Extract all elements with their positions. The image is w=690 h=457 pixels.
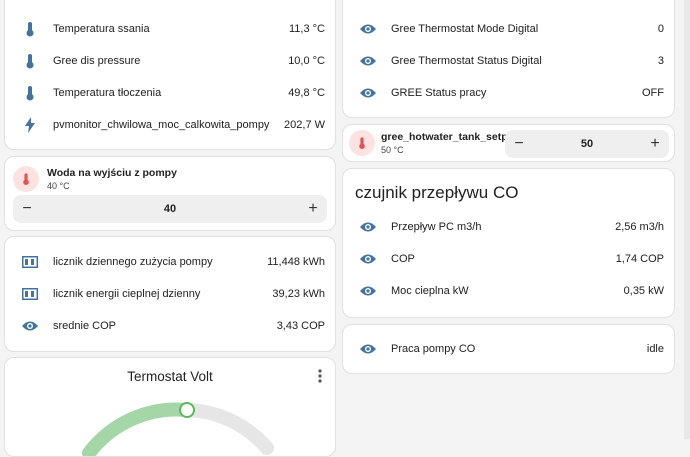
eye-icon bbox=[357, 50, 379, 72]
thermometer-icon bbox=[19, 82, 41, 104]
work-card: Praca pompy CO idle bbox=[342, 324, 675, 374]
gree-label: Gree Thermostat Mode Digital bbox=[391, 23, 539, 35]
gree-value: 3 bbox=[657, 55, 664, 67]
hotwater-stepper[interactable]: − 50 + bbox=[505, 130, 669, 158]
eye-icon bbox=[357, 338, 379, 360]
thermometer-icon bbox=[19, 50, 41, 72]
flow-label: Przepływ PC m3/h bbox=[391, 221, 482, 233]
flow-row[interactable]: COP 1,74 COP bbox=[343, 243, 674, 275]
flow-card: czujnik przepływu CO Przepływ PC m3/h 2,… bbox=[342, 168, 675, 318]
sensor-label: Gree dis pressure bbox=[53, 55, 141, 67]
water-out-tile: Woda na wyjściu z pompy 40 °C − 40 + bbox=[4, 156, 336, 231]
eye-icon bbox=[357, 18, 379, 40]
counter-value: 3,43 COP bbox=[276, 320, 325, 332]
counter-label: licznik energii cieplnej dzienny bbox=[53, 288, 201, 300]
thermostat-card: Termostat Volt bbox=[4, 357, 336, 457]
thermostat-gauge[interactable] bbox=[5, 358, 336, 457]
hotwater-tile: gree_hotwater_tank_setp... 50 °C − 50 + bbox=[342, 124, 675, 162]
gree-row[interactable]: Gree Thermostat Status Digital 3 bbox=[343, 45, 674, 77]
gree-row[interactable]: GREE Status pracy OFF bbox=[343, 77, 674, 109]
flow-row[interactable]: Moc cieplna kW 0,35 kW bbox=[343, 275, 674, 307]
counter-row[interactable]: licznik energii cieplnej dzienny 39,23 k… bbox=[5, 278, 335, 310]
sensor-row[interactable]: Temperatura ssania 11,3 °C bbox=[5, 13, 335, 45]
increment-button[interactable]: + bbox=[299, 200, 327, 218]
scrollbar[interactable] bbox=[684, 0, 690, 439]
flow-value: 1,74 COP bbox=[615, 253, 664, 265]
eye-icon bbox=[357, 280, 379, 302]
sensor-value: 202,7 W bbox=[284, 119, 325, 131]
eye-icon bbox=[357, 82, 379, 104]
sensor-row[interactable]: pvmonitor_chwilowa_moc_calkowita_pompy 2… bbox=[5, 109, 335, 141]
gree-label: GREE Status pracy bbox=[391, 87, 487, 99]
gree-row[interactable]: Gree Thermostat Mode Digital 0 bbox=[343, 13, 674, 45]
tile-state: 50 °C bbox=[381, 145, 404, 155]
work-value: idle bbox=[646, 343, 664, 355]
flow-label: Moc cieplna kW bbox=[391, 285, 469, 297]
gree-value: 0 bbox=[657, 23, 664, 35]
sensor-label: pvmonitor_chwilowa_moc_calkowita_pompy bbox=[53, 119, 270, 131]
work-label: Praca pompy CO bbox=[391, 343, 476, 355]
eye-icon bbox=[357, 248, 379, 270]
decrement-button[interactable]: − bbox=[505, 135, 533, 153]
decrement-button[interactable]: − bbox=[13, 200, 41, 218]
tile-header[interactable]: Woda na wyjściu z pompy 40 °C bbox=[13, 163, 327, 195]
sensor-value: 10,0 °C bbox=[288, 55, 325, 67]
work-row[interactable]: Praca pompy CO idle bbox=[343, 333, 674, 365]
tile-state: 40 °C bbox=[47, 181, 70, 191]
stepper-value: 50 bbox=[580, 138, 594, 150]
gree-label: Gree Thermostat Status Digital bbox=[391, 55, 542, 67]
eye-icon bbox=[19, 315, 41, 337]
sensor-value: 49,8 °C bbox=[288, 87, 325, 99]
counter-label: licznik dziennego zużycia pompy bbox=[53, 256, 213, 268]
counter-value: 11,448 kWh bbox=[267, 256, 325, 268]
flash-icon bbox=[19, 114, 41, 136]
counters-card: licznik dziennego zużycia pompy 11,448 k… bbox=[4, 236, 336, 352]
flow-row[interactable]: Przepływ PC m3/h 2,56 m3/h bbox=[343, 211, 674, 243]
tile-name: Woda na wyjściu z pompy bbox=[47, 167, 177, 179]
counter-row[interactable]: srednie COP 3,43 COP bbox=[5, 310, 335, 342]
tile-header[interactable]: gree_hotwater_tank_setp... 50 °C bbox=[349, 130, 516, 156]
sensors-card: Temperatura ssania 11,3 °C Gree dis pres… bbox=[4, 0, 336, 150]
thermometer-icon bbox=[13, 166, 39, 192]
gree-value: OFF bbox=[642, 87, 664, 99]
sensor-row[interactable]: Gree dis pressure 10,0 °C bbox=[5, 45, 335, 77]
stepper-value: 40 bbox=[163, 203, 177, 215]
tile-name: gree_hotwater_tank_setp... bbox=[381, 131, 517, 143]
thermometer-icon bbox=[19, 18, 41, 40]
counter-row[interactable]: licznik dziennego zużycia pompy 11,448 k… bbox=[5, 246, 335, 278]
counter-label: srednie COP bbox=[53, 320, 116, 332]
counter-icon bbox=[19, 251, 41, 273]
sensor-label: Temperatura ssania bbox=[53, 23, 150, 35]
thermometer-icon bbox=[349, 130, 375, 156]
water-out-stepper[interactable]: − 40 + bbox=[13, 195, 327, 223]
eye-icon bbox=[357, 216, 379, 238]
flow-value: 2,56 m3/h bbox=[615, 221, 664, 233]
gree-card: Gree Thermostat Mode Digital 0 Gree Ther… bbox=[342, 0, 675, 118]
card-title: czujnik przepływu CO bbox=[355, 183, 519, 202]
flow-label: COP bbox=[391, 253, 415, 265]
increment-button[interactable]: + bbox=[641, 135, 669, 153]
counter-icon bbox=[19, 283, 41, 305]
flow-value: 0,35 kW bbox=[623, 285, 664, 297]
sensor-row[interactable]: Temperatura tłoczenia 49,8 °C bbox=[5, 77, 335, 109]
sensor-value: 11,3 °C bbox=[289, 23, 325, 35]
sensor-label: Temperatura tłoczenia bbox=[53, 87, 162, 99]
counter-value: 39,23 kWh bbox=[272, 288, 325, 300]
thermostat-knob bbox=[179, 402, 195, 418]
